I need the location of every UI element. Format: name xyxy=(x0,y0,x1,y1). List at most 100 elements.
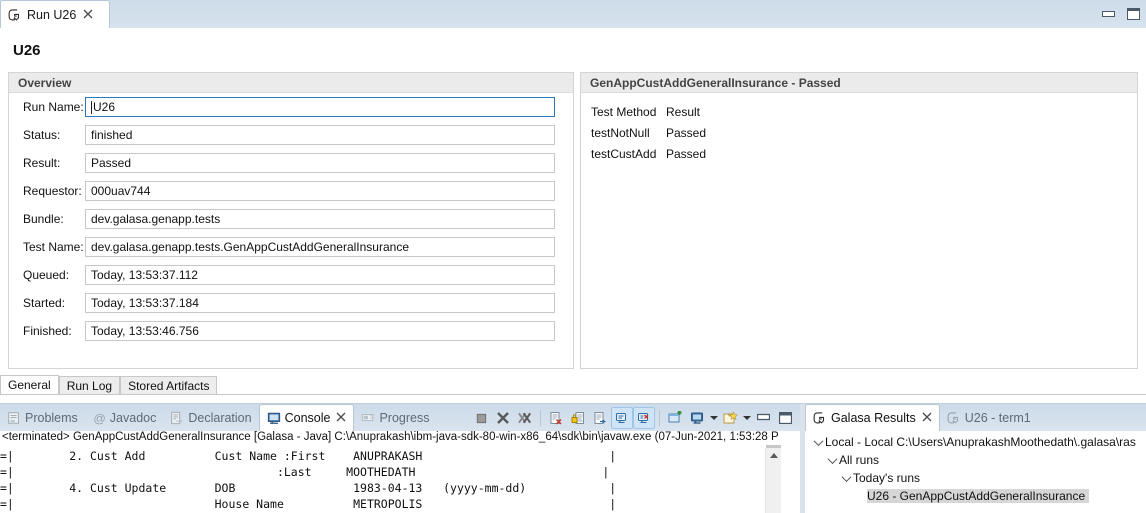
overview-field-input[interactable]: dev.galasa.genapp.tests xyxy=(85,209,555,229)
test-method-name: testCustAdd xyxy=(591,146,657,161)
view-tab-u26-term1[interactable]: U26 - term1 xyxy=(940,404,1038,431)
view-tab-label: Declaration xyxy=(188,410,252,425)
editor-tab-run-u26[interactable]: Run U26 xyxy=(0,0,110,28)
minimize-view-button[interactable] xyxy=(752,407,774,429)
folder-tab-label: General xyxy=(8,378,51,392)
galasa-results-view: Galasa Results U26 - term1 Local - Local … xyxy=(805,404,1146,513)
view-tab-progress[interactable]: Progress xyxy=(354,404,436,431)
chevron-down-icon[interactable] xyxy=(839,469,853,487)
word-wrap-button[interactable] xyxy=(589,407,611,429)
show-console-on-output-button[interactable] xyxy=(611,407,633,429)
view-tab-label: Problems xyxy=(25,410,78,425)
remove-all-terminated-button[interactable] xyxy=(514,407,536,429)
open-console-button[interactable] xyxy=(719,407,741,429)
view-tab-label: Progress xyxy=(379,410,430,425)
display-selected-console-button[interactable] xyxy=(686,407,708,429)
overview-field-row: Finished: Today, 13:53:46.756 xyxy=(9,318,573,344)
console-icon xyxy=(267,411,281,425)
chevron-down-icon[interactable] xyxy=(825,451,839,469)
results-view-tab-bar: Galasa Results U26 - term1 xyxy=(805,404,1146,431)
overview-field-input[interactable]: Today, 13:53:46.756 xyxy=(85,321,555,341)
view-tab-galasa-results[interactable]: Galasa Results xyxy=(805,404,940,431)
overview-field-input[interactable]: finished xyxy=(85,125,555,145)
folder-tab-run-log[interactable]: Run Log xyxy=(58,376,121,395)
galasa-logo-icon xyxy=(947,411,961,425)
javadoc-icon: @ xyxy=(92,411,106,425)
overview-field-input[interactable]: Passed xyxy=(85,153,555,173)
view-tab-javadoc[interactable]: @ Javadoc xyxy=(85,404,164,431)
show-console-on-error-button[interactable] xyxy=(633,407,655,429)
overview-field-row: Bundle: dev.galasa.genapp.tests xyxy=(9,206,573,232)
overview-field-input[interactable]: U26 xyxy=(85,97,555,117)
overview-field-label: Queued: xyxy=(23,268,70,282)
close-icon[interactable] xyxy=(922,412,932,424)
remove-launch-button[interactable] xyxy=(492,407,514,429)
overview-field-row: Test Name: dev.galasa.genapp.tests.GenApp… xyxy=(9,234,573,260)
pin-console-button[interactable] xyxy=(664,407,686,429)
folder-tab-stored-artifacts[interactable]: Stored Artifacts xyxy=(120,376,218,395)
clear-console-button[interactable] xyxy=(545,407,567,429)
chevron-down-icon[interactable] xyxy=(811,433,825,451)
view-tab-problems[interactable]: Problems xyxy=(0,404,85,431)
close-icon[interactable] xyxy=(336,412,346,424)
overview-field-value: 000uav744 xyxy=(91,184,151,198)
tree-node[interactable]: Local - Local C:\Users\AnuprakashMoothed… xyxy=(805,433,1146,451)
toolbar-separator xyxy=(540,410,541,426)
overview-section-header: Overview xyxy=(9,73,573,93)
overview-field-input[interactable]: Today, 13:53:37.184 xyxy=(85,293,555,313)
galasa-logo-icon xyxy=(813,411,827,425)
console-line: =| :Last MOOTHEDATH | xyxy=(0,465,610,479)
terminate-button[interactable] xyxy=(470,407,492,429)
editor-tab-label: Run U26 xyxy=(27,7,77,22)
test-method-row[interactable]: testNotNull Passed xyxy=(581,122,1137,143)
editor-bottom-divider xyxy=(0,394,1146,395)
test-method-row[interactable]: testCustAdd Passed xyxy=(581,143,1137,164)
tree-node[interactable]: U26 - GenAppCustAddGeneralInsurance xyxy=(805,487,1146,505)
overview-field-row: Started: Today, 13:53:37.184 xyxy=(9,290,573,316)
open-console-dropdown-arrow[interactable] xyxy=(741,407,752,429)
tree-node[interactable]: Today's runs xyxy=(805,469,1146,487)
overview-field-input[interactable]: Today, 13:53:37.112 xyxy=(85,265,555,285)
maximize-icon[interactable] xyxy=(1127,8,1140,20)
svg-text:@: @ xyxy=(93,411,105,425)
bottom-panel-area: Problems @ Javadoc Declaration Console Progre… xyxy=(0,403,1146,513)
overview-field-row: Run Name: U26 xyxy=(9,94,573,120)
tree-node-label: All runs xyxy=(839,453,880,467)
close-icon[interactable] xyxy=(83,9,93,21)
test-methods-header-row: Test Method Result xyxy=(581,101,1137,122)
overview-field-value: Today, 13:53:46.756 xyxy=(91,324,199,338)
progress-icon xyxy=(361,411,375,425)
view-tab-label: Galasa Results xyxy=(831,411,916,425)
tree-node-label: Local - Local C:\Users\AnuprakashMoothed… xyxy=(825,435,1136,449)
test-methods-column-header: Result xyxy=(666,104,701,119)
overview-field-input[interactable]: dev.galasa.genapp.tests.GenAppCustAddGen… xyxy=(85,237,555,257)
view-tab-label: Console xyxy=(284,411,331,425)
minimize-icon[interactable] xyxy=(1102,8,1115,20)
overview-field-value: Today, 13:53:37.184 xyxy=(91,296,199,310)
console-view: Problems @ Javadoc Declaration Console Progre… xyxy=(0,404,800,513)
maximize-view-button[interactable] xyxy=(774,407,796,429)
overview-field-value: dev.galasa.genapp.tests xyxy=(91,212,221,226)
view-tab-declaration[interactable]: Declaration xyxy=(163,404,258,431)
scroll-lock-button[interactable] xyxy=(567,407,589,429)
console-output[interactable]: =| 2. Cust Add Cust Name :First ANUPRAKA… xyxy=(0,448,800,513)
display-selected-console-dropdown-arrow[interactable] xyxy=(708,407,719,429)
test-method-result: Passed xyxy=(666,125,707,140)
overview-field-value: Today, 13:53:37.112 xyxy=(91,268,198,282)
folder-tab-general[interactable]: General xyxy=(0,375,59,395)
folder-tabs-filler xyxy=(217,376,1146,395)
declaration-icon xyxy=(170,411,184,425)
overview-field-label: Test Name: xyxy=(23,240,84,254)
test-methods-column-header: Test Method xyxy=(591,104,657,119)
tree-node[interactable]: All runs xyxy=(805,451,1146,469)
view-tab-console[interactable]: Console xyxy=(258,404,355,431)
overview-field-label: Requestor: xyxy=(23,184,82,198)
overview-field-input[interactable]: 000uav744 xyxy=(85,181,555,201)
console-scrollbar[interactable] xyxy=(765,448,781,513)
toolbar-separator xyxy=(659,410,660,426)
galasa-logo-icon xyxy=(8,8,22,22)
folder-tab-label: Stored Artifacts xyxy=(128,379,210,393)
overview-field-row: Requestor: 000uav744 xyxy=(9,178,573,204)
text-cursor xyxy=(91,100,92,114)
console-toolbar xyxy=(470,406,796,430)
